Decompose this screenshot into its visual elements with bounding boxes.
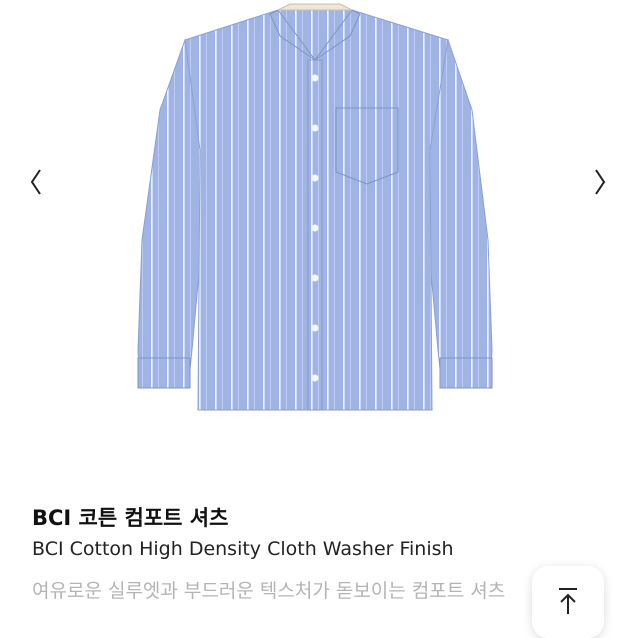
gallery-next-button[interactable] xyxy=(588,166,612,198)
product-image xyxy=(130,0,500,420)
product-description: 여유로운 실루엣과 부드러운 텍스처가 돋보이는 컴포트 셔츠 xyxy=(32,580,506,602)
product-title: BCI 코튼 컴포트 셔츠 xyxy=(32,506,229,530)
product-image-gallery xyxy=(0,0,620,470)
shirt-illustration xyxy=(137,3,493,411)
gallery-prev-button[interactable] xyxy=(24,166,48,198)
scroll-to-top-button[interactable] xyxy=(532,566,604,638)
chevron-left-icon xyxy=(30,169,41,195)
chevron-right-icon xyxy=(595,169,606,195)
arrow-up-to-top-icon xyxy=(559,588,577,614)
product-subtitle: BCI Cotton High Density Cloth Washer Fin… xyxy=(32,538,454,560)
product-description-container: 여유로운 실루엣과 부드러운 텍스처가 돋보이는 컴포트 셔츠 xyxy=(32,576,552,606)
